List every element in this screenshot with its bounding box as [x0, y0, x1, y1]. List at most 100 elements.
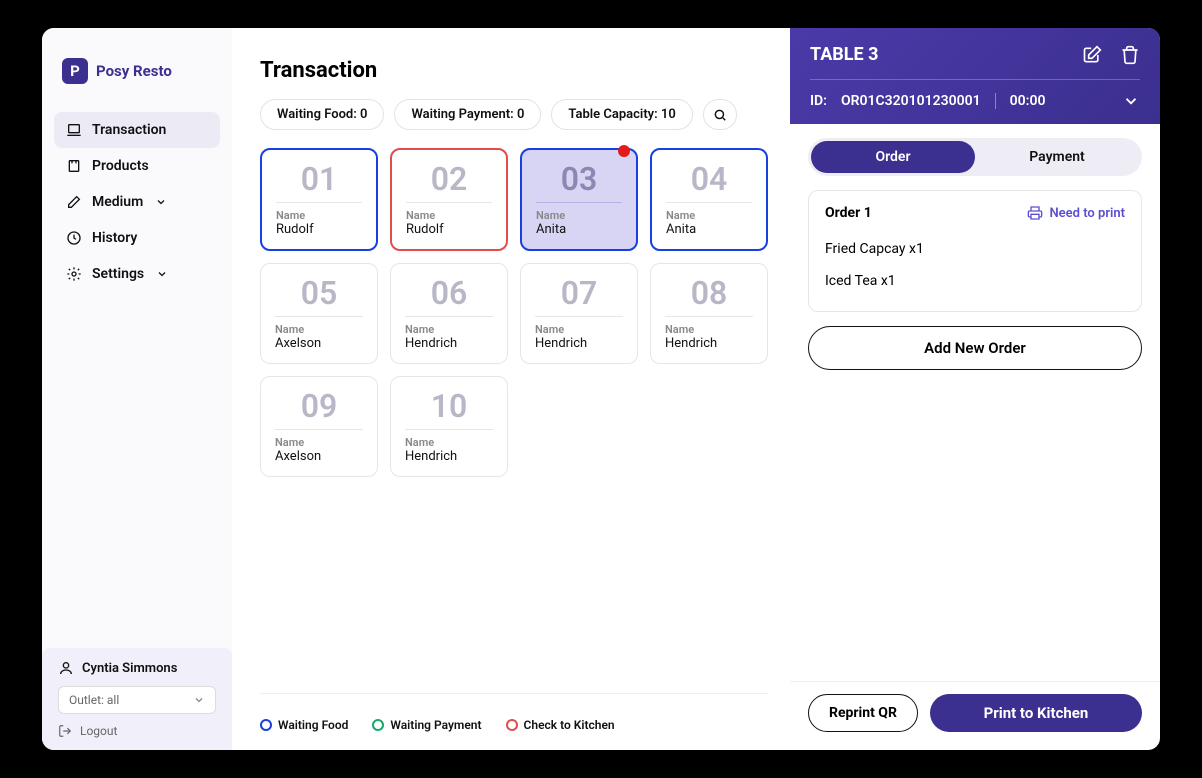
filter-row: Waiting Food: 0 Waiting Payment: 0 Table…	[260, 99, 768, 130]
user-name: Cyntia Simmons	[82, 661, 177, 676]
table-card-06[interactable]: 06 NameHendrich	[390, 263, 508, 364]
sidebar-item-history[interactable]: History	[54, 220, 220, 256]
table-name-value: Axelson	[275, 336, 363, 351]
table-name-value: Anita	[666, 222, 752, 237]
print-to-kitchen-button[interactable]: Print to Kitchen	[930, 694, 1142, 732]
sidebar-item-label: Products	[92, 158, 149, 174]
chevron-down-icon	[155, 196, 167, 208]
add-new-order-button[interactable]: Add New Order	[808, 326, 1142, 370]
order-title: Order 1	[825, 205, 872, 221]
table-name-label: Name	[666, 209, 752, 222]
legend-circle-red	[506, 719, 518, 731]
sidebar-item-label: Medium	[92, 194, 143, 210]
panel-id-row[interactable]: ID: OR01C320101230001 00:00	[810, 79, 1140, 110]
table-number: 05	[275, 274, 363, 317]
reprint-qr-button[interactable]: Reprint QR	[808, 694, 918, 732]
panel-footer: Reprint QR Print to Kitchen	[790, 681, 1160, 750]
table-card-04[interactable]: 04 NameAnita	[650, 148, 768, 251]
trash-icon	[1120, 45, 1140, 65]
logout-label: Logout	[80, 724, 117, 738]
user-line: Cyntia Simmons	[58, 660, 216, 676]
table-card-09[interactable]: 09NameAxelson	[260, 376, 378, 477]
table-card-08[interactable]: 08 NameHendrich	[650, 263, 768, 364]
search-icon	[713, 108, 727, 122]
edit-icon	[1082, 45, 1102, 65]
logout-icon	[58, 724, 72, 738]
table-number: 03	[536, 160, 622, 203]
user-block: Cyntia Simmons Outlet: all Logout	[42, 648, 232, 750]
tab-order[interactable]: Order	[811, 141, 975, 173]
table-name-label: Name	[406, 209, 492, 222]
delete-button[interactable]	[1120, 45, 1140, 65]
table-name-value: Hendrich	[405, 336, 493, 351]
notification-dot	[618, 145, 630, 157]
order-line: Iced Tea x1	[825, 265, 1125, 297]
user-icon	[58, 660, 74, 676]
screen: P Posy Resto Transaction Products Medi	[42, 28, 1160, 750]
panel-title: TABLE 3	[810, 44, 878, 65]
box-icon	[66, 158, 82, 174]
search-button[interactable]	[703, 99, 737, 130]
chevron-down-icon	[1122, 92, 1140, 110]
table-card-10[interactable]: 10NameHendrich	[390, 376, 508, 477]
sidebar-item-label: History	[92, 230, 137, 246]
table-name-label: Name	[665, 323, 753, 336]
register-icon	[66, 122, 82, 138]
table-name-label: Name	[275, 323, 363, 336]
table-name-value: Hendrich	[665, 336, 753, 351]
sidebar-item-label: Settings	[92, 266, 144, 282]
tables-grid: 01NameRudolf02NameRudolf03NameAnita04Nam…	[260, 148, 768, 477]
chevron-down-icon	[193, 694, 205, 706]
table-number: 01	[276, 160, 362, 203]
legend-circle-blue	[260, 719, 272, 731]
table-name-label: Name	[535, 323, 623, 336]
legend-waiting-food: Waiting Food	[260, 718, 348, 732]
legend-check-kitchen: Check to Kitchen	[506, 718, 615, 732]
table-card-02[interactable]: 02NameRudolf	[390, 148, 508, 251]
order-id: OR01C320101230001	[841, 93, 981, 109]
table-card-01[interactable]: 01NameRudolf	[260, 148, 378, 251]
filter-waiting-payment[interactable]: Waiting Payment: 0	[394, 99, 541, 130]
order-time: 00:00	[1010, 93, 1046, 109]
table-number: 08	[665, 274, 753, 317]
table-card-07[interactable]: 07 NameHendrich	[520, 263, 638, 364]
gear-icon	[66, 266, 82, 282]
table-name-label: Name	[405, 323, 493, 336]
print-tag[interactable]: Need to print	[1027, 205, 1125, 221]
filter-table-capacity[interactable]: Table Capacity: 10	[551, 99, 692, 130]
sidebar: P Posy Resto Transaction Products Medi	[42, 28, 232, 750]
sidebar-item-settings[interactable]: Settings	[54, 256, 220, 292]
print-tag-label: Need to print	[1049, 206, 1125, 221]
logout-button[interactable]: Logout	[58, 724, 216, 738]
right-panel: TABLE 3	[790, 28, 1160, 750]
table-number: 04	[666, 160, 752, 203]
legend-circle-green	[372, 719, 384, 731]
main: Transaction Waiting Food: 0 Waiting Paym…	[232, 28, 790, 750]
sidebar-item-transaction[interactable]: Transaction	[54, 112, 220, 148]
divider	[995, 93, 996, 109]
sidebar-item-products[interactable]: Products	[54, 148, 220, 184]
edit-button[interactable]	[1082, 45, 1102, 65]
sidebar-item-medium[interactable]: Medium	[54, 184, 220, 220]
legend-waiting-payment: Waiting Payment	[372, 718, 481, 732]
filter-waiting-food[interactable]: Waiting Food: 0	[260, 99, 384, 130]
outlet-select[interactable]: Outlet: all	[58, 686, 216, 714]
chevron-down-icon	[156, 268, 168, 280]
id-label: ID:	[810, 93, 827, 109]
table-number: 07	[535, 274, 623, 317]
table-card-05[interactable]: 05 NameAxelson	[260, 263, 378, 364]
table-number: 09	[275, 387, 363, 430]
table-name-value: Hendrich	[535, 336, 623, 351]
table-card-03[interactable]: 03 NameAnita	[520, 148, 638, 251]
outlet-value: Outlet: all	[69, 693, 119, 707]
table-name-value: Anita	[536, 222, 622, 237]
clock-icon	[66, 230, 82, 246]
legend: Waiting Food Waiting Payment Check to Ki…	[260, 693, 768, 732]
table-name-value: Hendrich	[405, 449, 493, 464]
tab-payment[interactable]: Payment	[975, 141, 1139, 173]
table-name-label: Name	[275, 436, 363, 449]
logo: P Posy Resto	[54, 58, 220, 112]
brand-name: Posy Resto	[96, 62, 172, 80]
table-number: 06	[405, 274, 493, 317]
table-name-label: Name	[536, 209, 622, 222]
